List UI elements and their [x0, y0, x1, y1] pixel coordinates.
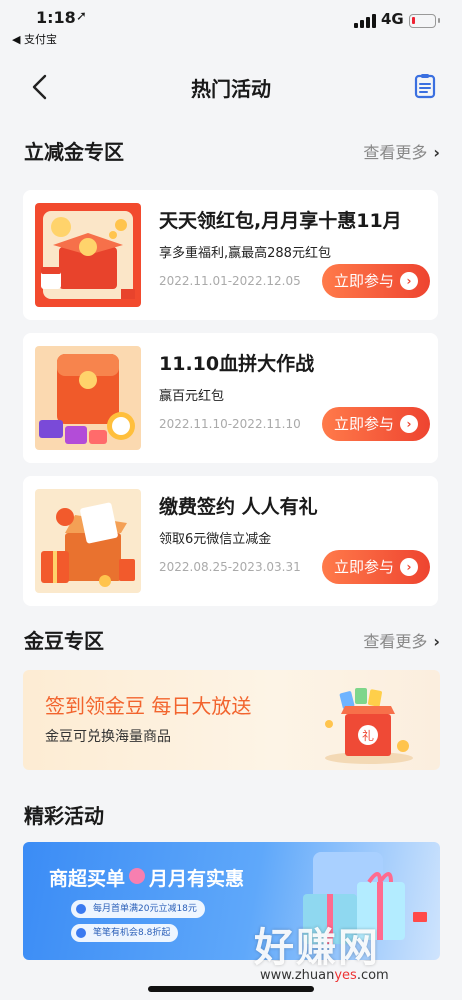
- watermark-url: www.zhuanyes.com: [260, 968, 389, 983]
- bean-see-more-link[interactable]: 查看更多 ›: [363, 628, 440, 652]
- button-label: 立即参与: [333, 415, 394, 433]
- see-more-label: 查看更多: [363, 632, 428, 651]
- activity-card[interactable]: 11.10血拼大作战 赢百元红包 2022.11.10-2022.11.10 立…: [23, 333, 438, 463]
- arrow-right-icon: ›: [400, 272, 418, 290]
- promo-benefit: 笔笔有机会8.8折起: [71, 924, 179, 942]
- card-date: 2022.11.01-2022.12.05: [159, 274, 301, 288]
- featured-section-header: 精彩活动: [24, 800, 440, 830]
- bean-section-header: 金豆专区 查看更多 ›: [24, 625, 440, 655]
- watermark: 好赚网 www.zhuanyes.com: [228, 915, 458, 995]
- status-bar: 1:18 ➚ ◀ 支付宝 4G: [0, 0, 462, 52]
- promo-title-part: 月月有实惠: [149, 868, 245, 890]
- document-list-button[interactable]: [414, 73, 436, 99]
- card-date: 2022.08.25-2023.03.31: [159, 560, 301, 574]
- card-title: 11.10血拼大作战: [159, 353, 315, 375]
- coupon-section-header: 立减金专区 查看更多 ›: [24, 136, 440, 166]
- button-label: 立即参与: [333, 272, 394, 290]
- activity-card[interactable]: 天天领红包,月月享十惠11月 享多重福利,赢最高288元红包 2022.11.0…: [23, 190, 438, 320]
- join-now-button[interactable]: 立即参与 ›: [322, 407, 430, 441]
- signal-icon: [354, 14, 376, 28]
- arrow-right-icon: ›: [400, 415, 418, 433]
- badge-icon: [129, 868, 146, 884]
- banner-title: 签到领金豆 每日大放送: [45, 694, 252, 718]
- home-indicator[interactable]: [148, 986, 314, 992]
- battery-icon: [409, 14, 440, 28]
- page-title: 热门活动: [191, 77, 271, 101]
- card-title: 天天领红包,月月享十惠11月: [159, 210, 402, 232]
- watermark-url-part: .com: [356, 968, 389, 983]
- button-label: 立即参与: [333, 558, 394, 576]
- gold-bean-banner[interactable]: 签到领金豆 每日大放送 金豆可兑换海量商品 礼: [23, 670, 440, 770]
- banner-subtitle: 金豆可兑换海量商品: [45, 729, 171, 745]
- status-time: 1:18: [36, 8, 76, 27]
- watermark-url-part: www.zhuan: [260, 968, 335, 983]
- watermark-brand: 好赚网: [254, 925, 380, 971]
- promo-title: 商超买单 月月有实惠: [49, 864, 244, 891]
- red-packet-thumbnail: [35, 203, 141, 307]
- gift-box-label: 礼: [362, 728, 374, 743]
- coupon-see-more-link[interactable]: 查看更多 ›: [363, 139, 440, 163]
- card-subtitle: 赢百元红包: [159, 389, 225, 404]
- watermark-url-part: yes: [334, 968, 357, 983]
- activity-card[interactable]: 缴费签约 人人有礼 领取6元微信立减金 2022.08.25-2023.03.3…: [23, 476, 438, 606]
- section-title: 金豆专区: [24, 629, 104, 653]
- join-now-button[interactable]: 立即参与 ›: [322, 550, 430, 584]
- join-now-button[interactable]: 立即参与 ›: [322, 264, 430, 298]
- chevron-right-icon: ›: [433, 143, 440, 162]
- card-subtitle: 享多重福利,赢最高288元红包: [159, 246, 331, 261]
- chevron-right-icon: ›: [433, 632, 440, 651]
- promo-title-part: 商超买单: [49, 868, 126, 890]
- document-list-icon: [414, 74, 436, 99]
- arrow-right-icon: ›: [400, 558, 418, 576]
- location-icon: ➚: [76, 9, 87, 24]
- nav-header: 热门活动: [0, 62, 462, 112]
- section-title: 精彩活动: [24, 804, 104, 828]
- back-to-app-link[interactable]: ◀ 支付宝: [12, 31, 57, 47]
- card-subtitle: 领取6元微信立减金: [159, 532, 272, 547]
- card-title: 缴费签约 人人有礼: [159, 496, 318, 518]
- shopping-thumbnail: [35, 346, 141, 450]
- gift-box-icon: 礼: [325, 688, 413, 764]
- gift-box-thumbnail: [35, 489, 141, 593]
- network-label: 4G: [381, 10, 404, 28]
- promo-benefit: 每月首单满20元立减18元: [71, 900, 205, 918]
- section-title: 立减金专区: [24, 140, 124, 164]
- see-more-label: 查看更多: [363, 143, 428, 162]
- card-date: 2022.11.10-2022.11.10: [159, 417, 301, 431]
